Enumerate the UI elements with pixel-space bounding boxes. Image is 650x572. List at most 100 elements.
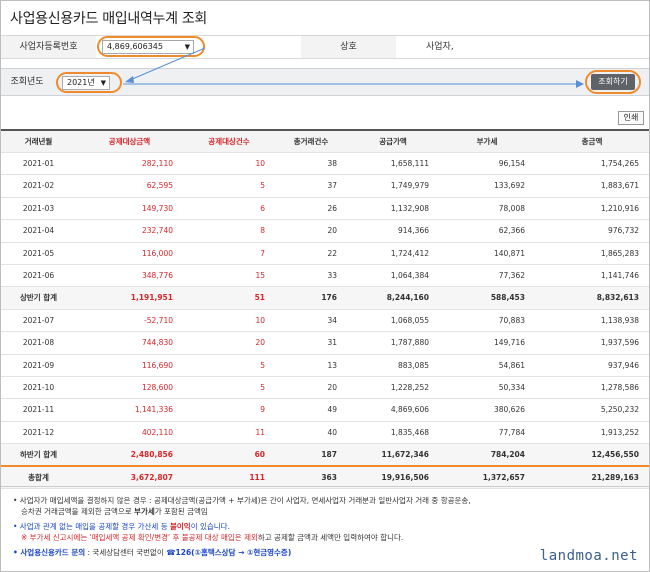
note-4-red: ※ 부가세 신고시에는 '매입세액 공제 확인/변경' 후 불공제 대상 매입은… (21, 533, 258, 542)
note-5-text: : 국세상담센터 국번없이 (85, 548, 167, 557)
cell-total: 5,250,232 (600, 405, 639, 415)
year-label: 조회년도 (10, 77, 44, 87)
cell-vat: 96,154 (498, 159, 525, 168)
cell-deductible-amount: 282,110 (141, 159, 173, 168)
cell-total: 1,278,586 (600, 383, 639, 392)
cell-total-count: 22 (327, 248, 337, 258)
note-2-tail: 가 포함된 금액임 (154, 507, 208, 516)
cell-vat: 784,204 (490, 450, 525, 460)
table-summary-row: 하반기 합계 2,480,856 60 187 11,672,346 784,204 12,… (1, 444, 649, 467)
cell-deductible-count: 10 (255, 159, 265, 168)
table-row: 2021-05 116,000 7 22 1,724,412 140,871 1,865,2… (1, 243, 649, 265)
cell-deductible-amount: 744,830 (141, 338, 173, 348)
cell-deductible-amount: 128,600 (141, 383, 173, 392)
cell-total-count: 20 (327, 226, 337, 236)
cell-supply: 914,366 (397, 226, 429, 236)
header-deductible-amount: 공제대상금액 (108, 137, 151, 146)
cell-ym: 2021-05 (22, 248, 55, 258)
table-row: 2021-03 149,730 6 26 1,132,908 78,008 1,210,91… (1, 198, 649, 221)
cell-vat: 1,372,657 (482, 472, 525, 482)
cell-ym: 2021-12 (22, 427, 55, 437)
page-title: 사업용신용카드 매입내역누계 조회 (10, 11, 207, 27)
cell-total-count: 26 (327, 203, 337, 213)
note-3-text: • 사업과 관계 없는 매입을 공제할 경우 가산세 등 (13, 522, 170, 531)
print-button[interactable]: 인쇄 (618, 111, 644, 125)
table-summary-row: 상반기 합계 1,191,951 51 176 8,244,160 588,453 8,83… (1, 287, 649, 310)
table-row: 2021-04 232,740 8 20 914,366 62,366 976,732 (1, 220, 649, 243)
cell-deductible-amount: 2,480,856 (130, 450, 173, 460)
cell-vat: 62,366 (498, 226, 525, 236)
cell-supply: 1,835,468 (390, 427, 429, 437)
cell-total: 8,832,613 (596, 293, 639, 303)
cell-deductible-count: 8 (260, 226, 265, 236)
company-label: 상호 (301, 36, 396, 58)
cell-ym: 2021-03 (22, 203, 55, 213)
cell-total: 1,913,252 (600, 427, 639, 437)
highlight-oval-year (56, 72, 122, 93)
cell-deductible-amount: -52,710 (144, 315, 173, 325)
cell-total-count: 31 (327, 338, 337, 348)
cell-supply: 1,749,979 (390, 181, 429, 191)
table-row: 2021-12 402,110 11 40 1,835,468 77,784 1,913,2… (1, 422, 649, 445)
cell-total: 12,456,550 (591, 450, 639, 460)
cell-vat: 77,362 (498, 271, 525, 280)
biz-no-label: 사업자등록번호 (1, 36, 96, 58)
cell-ym: 2021-04 (22, 226, 55, 236)
cell-supply: 1,787,880 (390, 338, 429, 348)
table-row: 2021-10 128,600 5 20 1,228,252 50,334 1,278,58… (1, 377, 649, 400)
watermark-text: landmoa.net (539, 548, 638, 564)
table-row: 2021-09 116,690 5 13 883,085 54,861 937,946 (1, 355, 649, 377)
note-3-tail: 이 있습니다. (190, 522, 230, 531)
note-2-text: 승차권 거래금액을 제외한 금액으로 (21, 507, 135, 516)
cell-total: 1,141,746 (600, 271, 639, 280)
cell-ym: 상반기 합계 (19, 293, 58, 303)
cell-deductible-amount: 116,000 (141, 248, 173, 258)
cell-deductible-count: 5 (260, 383, 265, 392)
cell-supply: 11,672,346 (381, 450, 429, 460)
table-row: 2021-11 1,141,336 9 49 4,869,606 380,626 5,250… (1, 399, 649, 422)
company-value: 사업자, (426, 42, 454, 52)
cell-vat: 380,626 (493, 405, 525, 415)
cell-supply: 1,658,111 (390, 159, 429, 168)
cell-total-count: 40 (327, 427, 337, 437)
cell-supply: 1,064,384 (390, 271, 429, 280)
cell-supply: 19,916,506 (381, 472, 429, 482)
table-row: 2021-02 62,595 5 37 1,749,979 133,692 1,883,67… (1, 175, 649, 198)
cell-deductible-amount: 3,672,807 (130, 472, 173, 482)
cell-deductible-count: 6 (260, 203, 265, 213)
cell-deductible-count: 20 (255, 338, 265, 348)
highlight-oval-search (585, 70, 641, 94)
table-header-row: 거래년월 공제대상금액 공제대상건수 총거래건수 공급가액 부가세 총금액 (1, 131, 649, 153)
cell-total: 1,883,671 (600, 181, 639, 191)
cell-ym: 총합계 (28, 472, 49, 482)
cell-ym: 2021-06 (22, 271, 55, 280)
cell-supply: 1,132,908 (390, 203, 429, 213)
note-5-title[interactable]: • 사업용신용카드 문의 (13, 548, 85, 557)
purchase-table: 거래년월 공제대상금액 공제대상건수 총거래건수 공급가액 부가세 총금액 20… (1, 129, 649, 489)
cell-supply: 1,068,055 (390, 315, 429, 325)
cell-vat: 133,692 (493, 181, 525, 191)
cell-deductible-amount: 232,740 (141, 226, 173, 236)
cell-deductible-amount: 1,191,951 (130, 293, 173, 303)
cell-vat: 50,334 (498, 383, 525, 392)
cell-ym: 2021-01 (22, 159, 55, 168)
note-line-5: • 사업용신용카드 문의 : 국세상담센터 국번없이 ☎126(①홈택스상담 →… (13, 547, 291, 558)
cell-vat: 149,716 (493, 338, 525, 348)
cell-supply: 1,228,252 (390, 383, 429, 392)
cell-ym: 2021-02 (22, 181, 55, 191)
cell-total-count: 187 (321, 450, 337, 460)
cell-ym: 하반기 합계 (19, 450, 58, 460)
cell-total: 1,754,265 (600, 159, 639, 168)
note-3-bold: 불이익 (169, 522, 191, 531)
cell-vat: 588,453 (490, 293, 525, 303)
cell-deductible-amount: 62,595 (146, 181, 173, 191)
cell-deductible-count: 60 (254, 450, 265, 460)
cell-total: 937,946 (607, 360, 639, 370)
cell-vat: 54,861 (498, 360, 525, 370)
cell-ym: 2021-07 (22, 315, 55, 325)
cell-deductible-count: 11 (255, 427, 265, 437)
cell-supply: 8,244,160 (386, 293, 429, 303)
cell-ym: 2021-09 (22, 360, 55, 370)
cell-total: 1,210,916 (600, 203, 639, 213)
cell-vat: 140,871 (493, 248, 525, 258)
